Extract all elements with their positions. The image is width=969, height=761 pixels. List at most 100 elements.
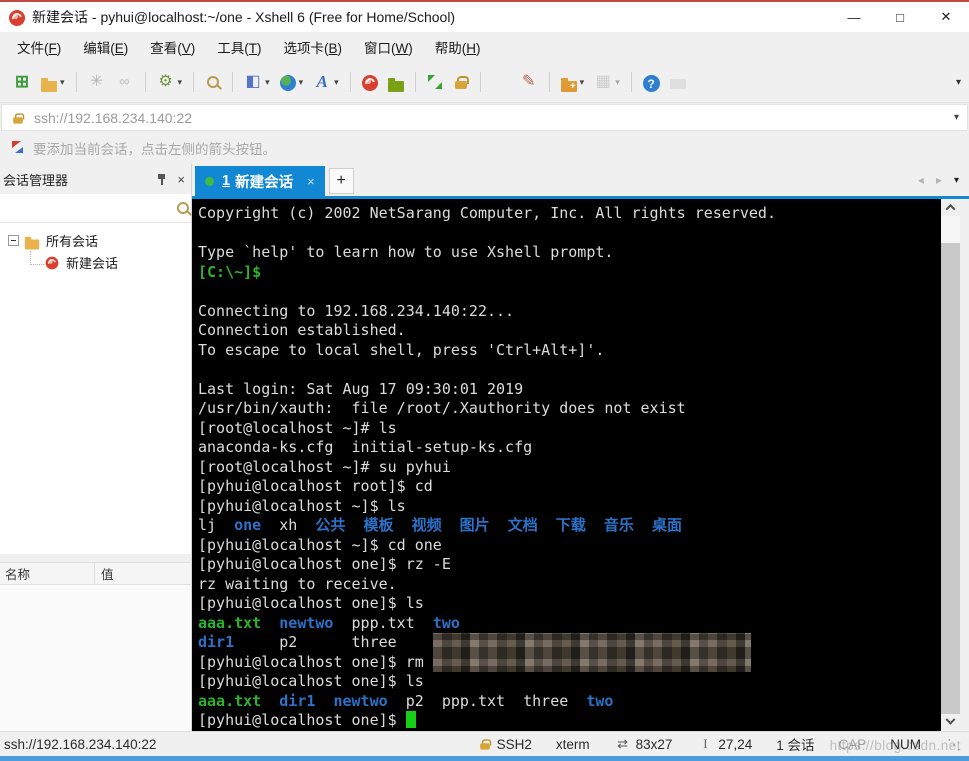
dropdown-arrow-icon[interactable]: ▾ xyxy=(265,77,270,88)
terminal-scrollbar[interactable] xyxy=(941,199,960,731)
scroll-up-button[interactable] xyxy=(941,199,960,216)
close-button[interactable]: ✕ xyxy=(923,2,969,32)
menu-help[interactable]: 帮助(H) xyxy=(424,33,492,61)
font-button[interactable]: ▾ xyxy=(309,69,343,95)
window-gear-icon xyxy=(157,73,175,91)
status-caps-lock: CAP xyxy=(838,736,867,752)
dropdown-arrow-icon[interactable]: ▾ xyxy=(615,77,620,88)
tree-connector xyxy=(30,251,44,265)
toolbar-overflow-icon[interactable]: ▾ xyxy=(956,77,961,88)
web-tools-button[interactable]: ▾ xyxy=(276,70,308,94)
dropdown-arrow-icon[interactable]: ▾ xyxy=(178,77,183,88)
feedback-button[interactable] xyxy=(666,73,690,91)
properties-button[interactable]: ▾ xyxy=(153,69,187,95)
censored-region xyxy=(432,652,751,672)
shell-icon xyxy=(361,75,378,91)
tab-new-session[interactable]: 1 新建会话 × xyxy=(195,166,325,196)
toolbar: ▾▾▾▾▾+▾▾▾ xyxy=(0,62,969,103)
address-dropdown-icon[interactable]: ▾ xyxy=(954,112,959,123)
scroll-down-button[interactable] xyxy=(941,714,960,731)
folder-xftp-icon xyxy=(387,77,404,92)
flag-icon xyxy=(10,140,25,155)
burst-icon xyxy=(88,73,106,91)
fullscreen-button[interactable] xyxy=(423,70,447,94)
session-dialog-button[interactable] xyxy=(84,69,110,95)
virtual-keyboard-button[interactable] xyxy=(488,69,514,95)
layout-button[interactable]: ▾ xyxy=(240,69,274,95)
terminal-line: [pyhui@localhost ~]$ ls xyxy=(198,496,406,515)
folder-open-icon xyxy=(41,77,57,92)
toolbar-separator xyxy=(349,72,351,92)
tree-item-all-sessions[interactable]: 所有会话 xyxy=(0,229,191,251)
menu-tabs[interactable]: 选项卡(B) xyxy=(273,33,354,61)
arrange-windows-button[interactable]: ▾ xyxy=(590,69,624,95)
menu-window[interactable]: 窗口(W) xyxy=(353,33,424,61)
new-session-button[interactable] xyxy=(9,69,35,95)
address-bar[interactable]: ssh://192.168.234.140:22 ▾ xyxy=(1,104,968,131)
column-name[interactable]: 名称 xyxy=(0,563,95,584)
window-bottom-accent xyxy=(0,756,969,761)
minimize-button[interactable]: — xyxy=(831,2,877,32)
panel-splitter[interactable] xyxy=(0,554,191,562)
keyboard-icon xyxy=(492,73,510,91)
search-icon[interactable] xyxy=(175,200,191,216)
status-right-cluster: SSH2 xterm 83x27 27,24 1 会话 CAP NUM xyxy=(477,734,963,754)
tab-close-icon[interactable]: × xyxy=(307,174,315,189)
toolbar-separator xyxy=(630,72,632,92)
pin-icon[interactable] xyxy=(156,172,168,186)
dropdown-arrow-icon[interactable]: ▾ xyxy=(60,77,65,88)
menu-edit[interactable]: 编辑(E) xyxy=(72,33,139,61)
main-area: 会话管理器 × 所有会话 新建会话 名称 值 1 新建会话 × + ◂ ▸ ▾ … xyxy=(0,164,969,731)
terminal-line: aaa.txt newtwo ppp.txt two xyxy=(198,613,460,632)
menu-view[interactable]: 查看(V) xyxy=(139,33,206,61)
reconnect-button[interactable] xyxy=(112,69,138,95)
new-folder-button[interactable]: + ▾ xyxy=(557,73,589,92)
xftp-transfer-button[interactable] xyxy=(384,73,408,92)
new-window-icon xyxy=(13,73,31,91)
menu-file[interactable]: 文件(F) xyxy=(6,33,72,61)
terminal-line: Connecting to 192.168.234.140:22... xyxy=(198,301,515,320)
xshell-button[interactable] xyxy=(358,70,382,94)
lock-icon xyxy=(12,111,25,124)
session-manager-title: 会话管理器 xyxy=(3,172,69,188)
folder-new-icon: + xyxy=(560,77,577,92)
properties-body xyxy=(0,585,191,731)
folder-icon xyxy=(24,236,40,249)
address-value[interactable]: ssh://192.168.234.140:22 xyxy=(34,110,951,126)
session-search-input[interactable] xyxy=(0,194,175,222)
dropdown-arrow-icon[interactable]: ▾ xyxy=(334,77,339,88)
scrollbar-thumb[interactable] xyxy=(941,216,960,243)
terminal-line: [pyhui@localhost ~]$ cd one xyxy=(198,535,442,554)
open-sessions-button[interactable]: ▾ xyxy=(37,73,69,92)
resize-grip-icon[interactable] xyxy=(945,735,963,753)
status-terminal-type: xterm xyxy=(555,736,590,752)
compose-pane-button[interactable] xyxy=(516,69,542,95)
terminal-line: dir1 p2 three xyxy=(198,633,941,653)
toolbar-separator xyxy=(548,72,550,92)
terminal-line: aaa.txt dir1 newtwo p2 ppp.txt three two xyxy=(198,691,614,710)
terminal-pane: 1 新建会话 × + ◂ ▸ ▾ Copyright (c) 2002 NetS… xyxy=(192,164,969,731)
tree-item-new-session[interactable]: 新建会话 xyxy=(0,251,191,273)
tab-next-icon[interactable]: ▸ xyxy=(936,173,942,187)
maximize-button[interactable]: □ xyxy=(877,2,923,32)
dropdown-arrow-icon[interactable]: ▾ xyxy=(299,77,304,88)
help-button[interactable] xyxy=(639,70,664,95)
new-tab-button[interactable]: + xyxy=(328,168,354,194)
tab-label: 新建会话 xyxy=(235,174,294,191)
panel-close-icon[interactable]: × xyxy=(177,172,185,187)
terminal-line: [pyhui@localhost one]$ rz -E xyxy=(198,555,451,573)
dropdown-arrow-icon[interactable]: ▾ xyxy=(580,77,585,88)
collapse-icon[interactable] xyxy=(8,234,19,246)
menu-tools[interactable]: 工具(T) xyxy=(206,33,272,61)
column-value[interactable]: 值 xyxy=(95,564,191,583)
tab-menu-icon[interactable]: ▾ xyxy=(954,175,959,186)
session-search-bar[interactable] xyxy=(0,194,191,223)
terminal-line: rz waiting to receive. xyxy=(198,574,397,593)
tab-prev-icon[interactable]: ◂ xyxy=(918,173,924,187)
terminal-output[interactable]: Copyright (c) 2002 NetSarang Computer, I… xyxy=(192,199,941,731)
terminal-line: Copyright (c) 2002 NetSarang Computer, I… xyxy=(198,204,776,222)
status-bar: ssh://192.168.234.140:22 SSH2 xterm 83x2… xyxy=(0,731,969,756)
window-title: 新建会话 - pyhui@localhost:~/one - Xshell 6 … xyxy=(32,9,456,25)
find-button[interactable] xyxy=(201,70,225,94)
lock-screen-button[interactable] xyxy=(449,70,473,94)
